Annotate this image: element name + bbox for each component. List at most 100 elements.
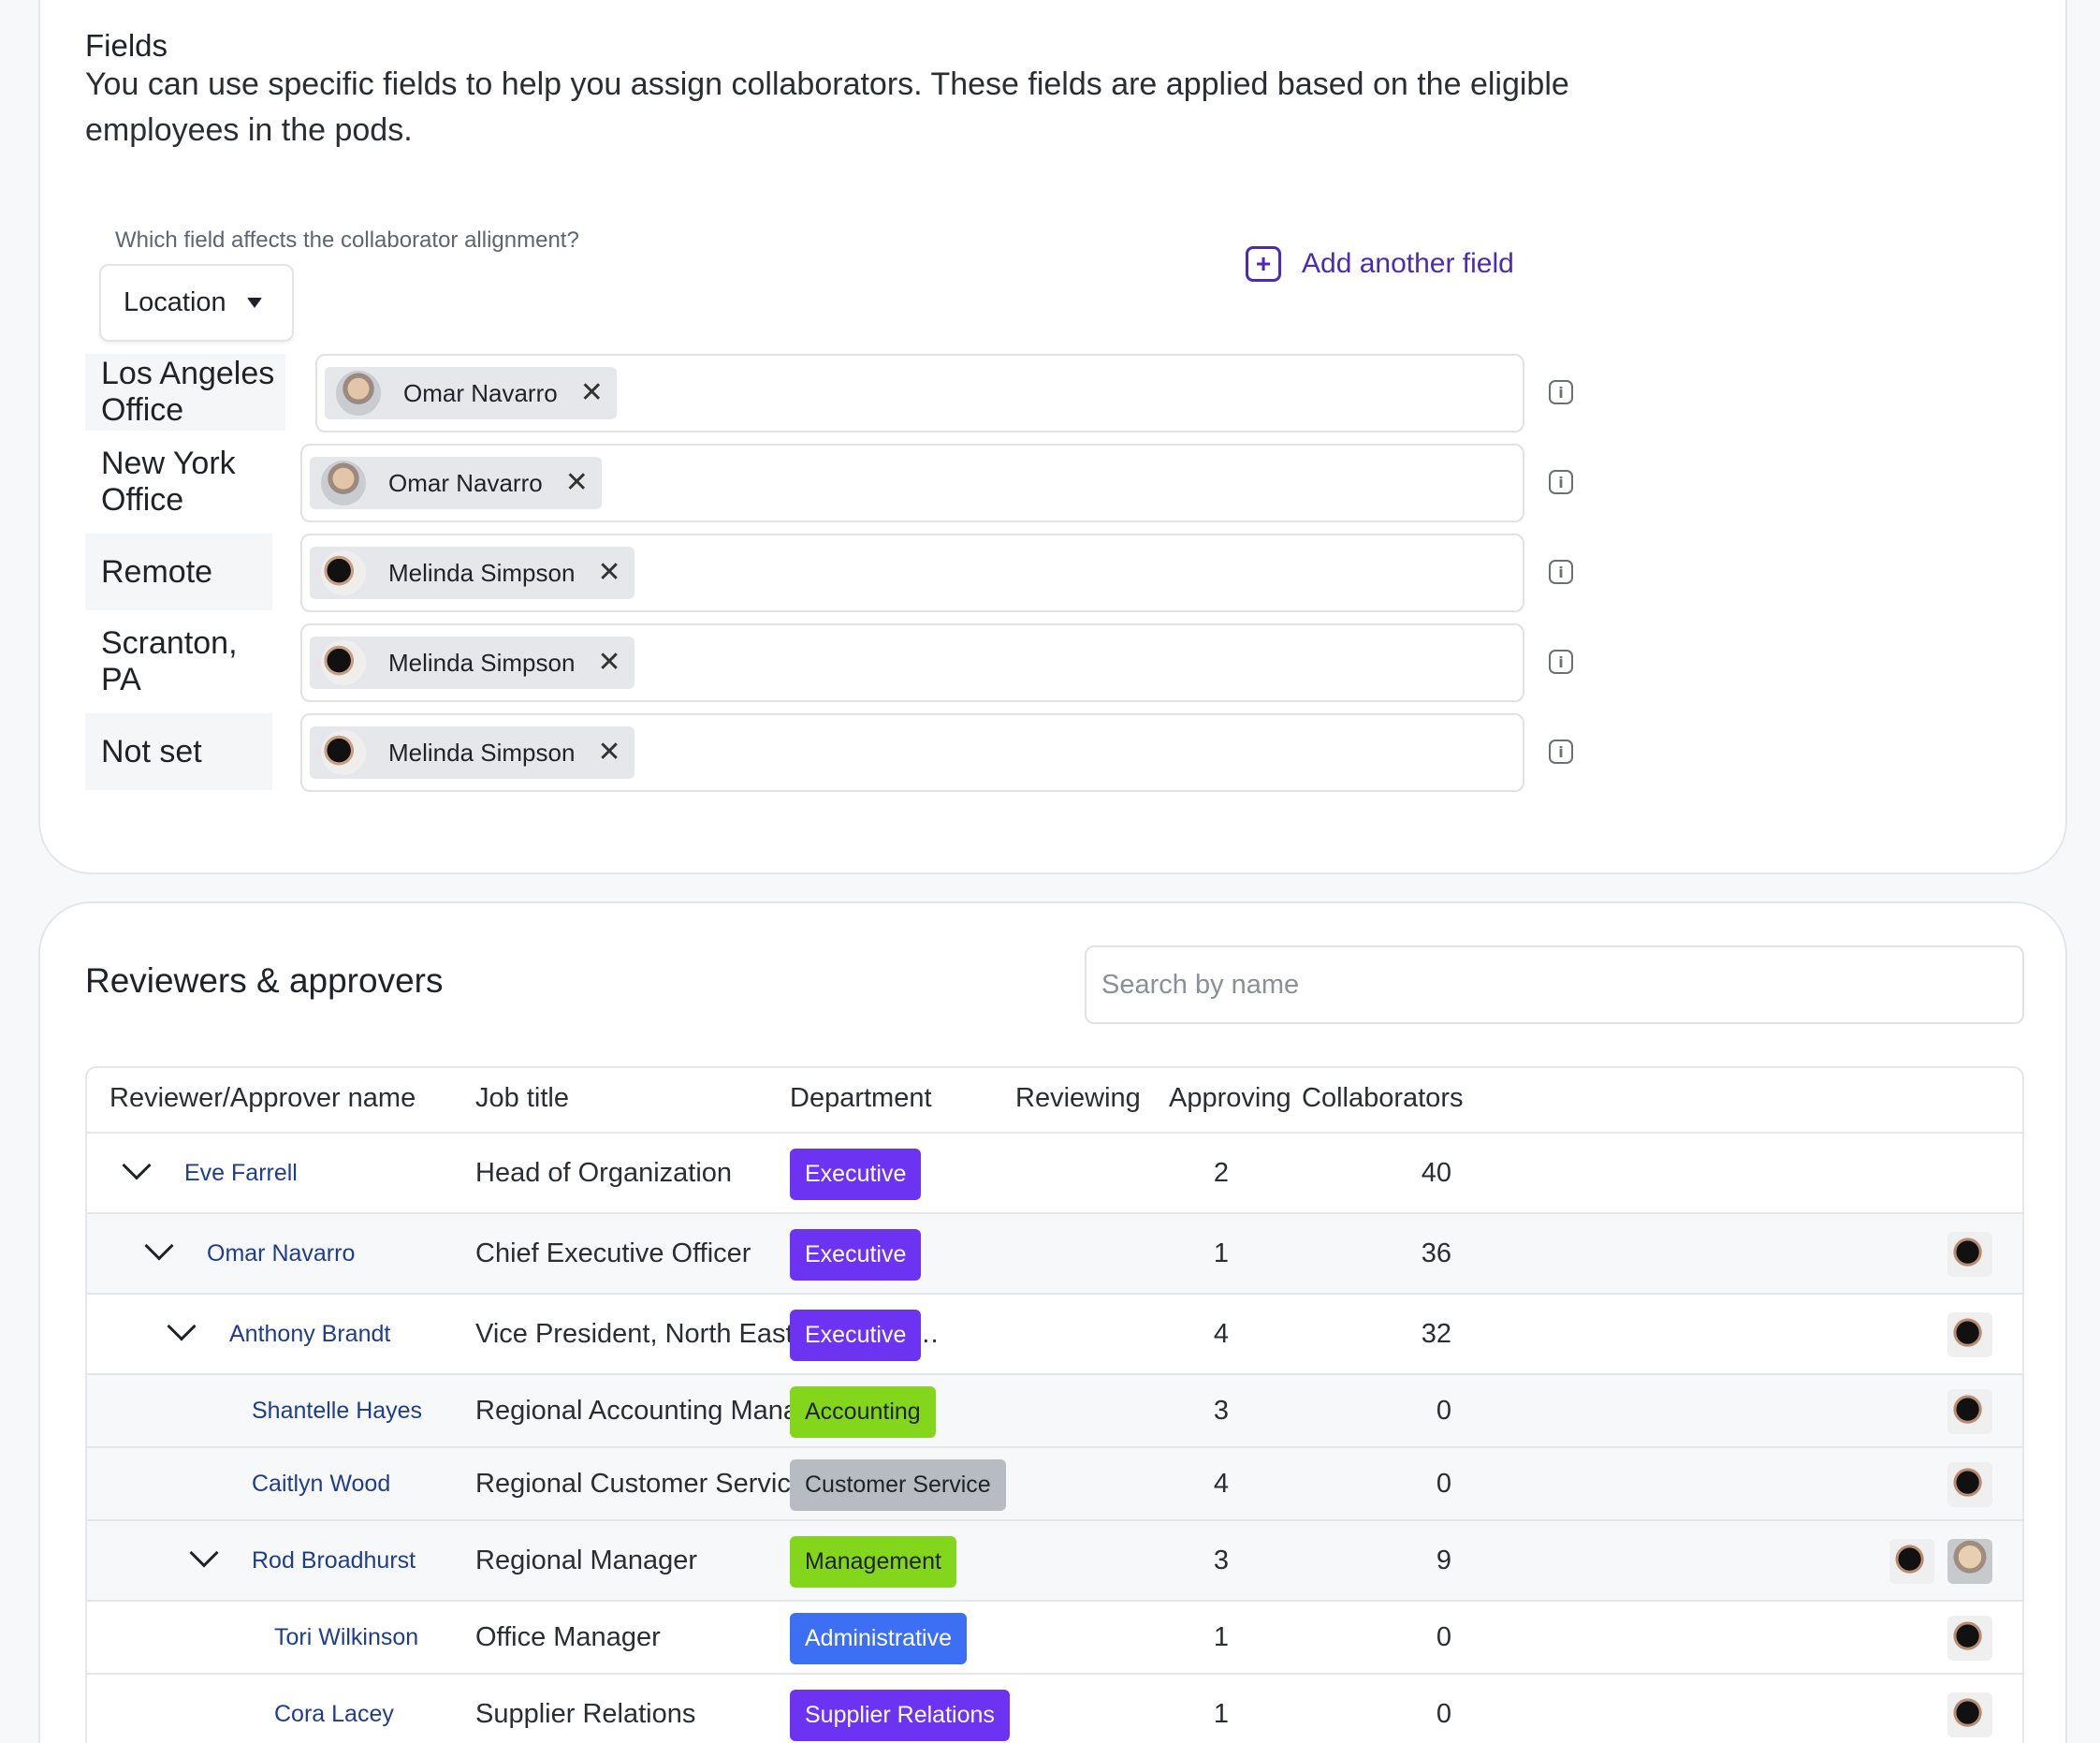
add-another-field-label: Add another field: [1302, 248, 1514, 279]
collaborator-chip: Omar Navarro ✕: [325, 367, 617, 419]
chevron-down-icon[interactable]: [189, 1538, 219, 1568]
column-header-name[interactable]: Reviewer/Approver name: [109, 1083, 416, 1114]
location-row: Remote Melinda Simpson ✕ i: [85, 534, 1620, 614]
department-badge: Administrative: [790, 1613, 967, 1664]
info-icon[interactable]: i: [1549, 740, 1573, 764]
department-badge: Executive: [790, 1149, 922, 1200]
reviewer-name-link[interactable]: Cora Lacey: [274, 1701, 394, 1728]
info-icon[interactable]: i: [1549, 650, 1573, 674]
reviewer-name-link[interactable]: Anthony Brandt: [229, 1321, 390, 1348]
department-badge: Executive: [790, 1229, 922, 1281]
collaborators-list: [1947, 1312, 1992, 1357]
collaborators-list: [1947, 1616, 1992, 1661]
table-row[interactable]: Shantelle Hayes Regional Accounting Manag…: [87, 1375, 2022, 1448]
close-icon[interactable]: ✕: [597, 559, 620, 587]
job-title: Supplier Relations: [475, 1699, 696, 1729]
table-row[interactable]: Omar Navarro Chief Executive Officer Execu…: [87, 1214, 2022, 1295]
collaborator-name: Melinda Simpson: [388, 558, 576, 587]
department-badge: Management: [790, 1536, 956, 1588]
close-icon[interactable]: ✕: [597, 649, 620, 677]
location-row: Scranton, PA Melinda Simpson ✕ i: [85, 623, 1620, 704]
info-icon[interactable]: i: [1549, 380, 1573, 404]
approving-count: 0: [1436, 1622, 1451, 1652]
collaborator-field[interactable]: Melinda Simpson ✕: [300, 623, 1524, 702]
table-row[interactable]: Cora Lacey Supplier Relations Supplier Rel…: [87, 1675, 2022, 1743]
avatar: [1947, 1539, 1992, 1584]
reviewing-count: 3: [1213, 1396, 1229, 1426]
chevron-down-icon[interactable]: [167, 1311, 197, 1341]
fields-description: You can use specific fields to help you …: [85, 66, 1569, 148]
close-icon[interactable]: ✕: [565, 469, 589, 497]
close-icon[interactable]: ✕: [597, 739, 620, 767]
collaborator-name: Melinda Simpson: [388, 738, 576, 767]
table-row[interactable]: Anthony Brandt Vice President, North East…: [87, 1295, 2022, 1375]
reviewing-count: 3: [1213, 1545, 1229, 1575]
approving-count: 9: [1436, 1545, 1451, 1575]
info-icon[interactable]: i: [1549, 560, 1573, 584]
collaborator-chip: Melinda Simpson ✕: [310, 547, 634, 599]
approving-count: 0: [1436, 1469, 1451, 1499]
reviewers-title: Reviewers & approvers: [85, 961, 444, 1000]
reviewers-card: Reviewers & approvers Reviewer/Approver …: [38, 901, 2067, 1743]
collaborator-chip: Melinda Simpson ✕: [310, 726, 634, 779]
avatar: [1947, 1462, 1992, 1507]
avatar: [321, 640, 366, 685]
table-row[interactable]: Rod Broadhurst Regional Manager Management…: [87, 1521, 2022, 1602]
reviewing-count: 1: [1213, 1238, 1229, 1268]
add-another-field-button[interactable]: + Add another field: [1246, 246, 1514, 282]
avatar: [336, 371, 381, 416]
location-label: Scranton, PA: [101, 625, 238, 697]
fields-card: Fields You can use specific fields to he…: [38, 0, 2067, 874]
avatar: [321, 730, 366, 775]
reviewer-name-link[interactable]: Tori Wilkinson: [274, 1624, 418, 1651]
reviewer-name-link[interactable]: Eve Farrell: [184, 1160, 298, 1187]
table-row[interactable]: Eve Farrell Head of Organization Executive…: [87, 1134, 2022, 1214]
collaborator-name: Omar Navarro: [388, 468, 543, 497]
approving-count: 0: [1436, 1396, 1451, 1426]
info-icon[interactable]: i: [1549, 470, 1573, 494]
collaborator-field[interactable]: Omar Navarro ✕: [315, 354, 1524, 432]
field-select[interactable]: Location: [99, 264, 294, 342]
reviewing-count: 1: [1213, 1622, 1229, 1652]
fields-title: Fields: [85, 28, 168, 63]
reviewer-name-link[interactable]: Caitlyn Wood: [252, 1471, 390, 1498]
column-header-approving[interactable]: Approving: [1169, 1083, 1291, 1114]
reviewer-name-link[interactable]: Shantelle Hayes: [252, 1398, 422, 1425]
field-select-value: Location: [124, 287, 226, 317]
department-badge: Supplier Relations: [790, 1690, 1010, 1741]
avatar: [1947, 1312, 1992, 1357]
job-title: Chief Executive Officer: [475, 1238, 751, 1268]
collaborator-name: Omar Navarro: [403, 378, 558, 407]
location-row: New York Office Omar Navarro ✕ i: [85, 444, 1620, 524]
search-input[interactable]: [1085, 945, 2024, 1024]
column-header-reviewing[interactable]: Reviewing: [1015, 1083, 1141, 1114]
collaborator-field[interactable]: Melinda Simpson ✕: [300, 713, 1524, 792]
reviewer-name-link[interactable]: Omar Navarro: [207, 1240, 355, 1267]
plus-icon: +: [1246, 246, 1281, 282]
collaborator-field[interactable]: Melinda Simpson ✕: [300, 534, 1524, 612]
chevron-down-icon[interactable]: [122, 1150, 152, 1180]
chevron-down-icon[interactable]: [144, 1231, 174, 1261]
field-question-label: Which field affects the collaborator all…: [115, 227, 579, 253]
avatar: [321, 550, 366, 595]
reviewer-name-link[interactable]: Rod Broadhurst: [252, 1547, 416, 1575]
column-header-department[interactable]: Department: [790, 1083, 932, 1114]
column-header-collaborators[interactable]: Collaborators: [1302, 1083, 1463, 1114]
table-row[interactable]: Caitlyn Wood Regional Customer Service Ma…: [87, 1448, 2022, 1521]
approving-count: 36: [1421, 1238, 1451, 1268]
location-label: New York Office: [101, 446, 236, 518]
column-header-job[interactable]: Job title: [475, 1083, 569, 1114]
reviewing-count: 4: [1213, 1469, 1229, 1499]
collaborators-list: [1889, 1539, 1992, 1584]
location-label: Los Angeles Office: [85, 354, 285, 431]
collaborator-field[interactable]: Omar Navarro ✕: [300, 444, 1524, 522]
close-icon[interactable]: ✕: [580, 379, 604, 407]
collaborators-list: [1947, 1232, 1992, 1277]
job-title: Office Manager: [475, 1622, 661, 1652]
avatar: [321, 461, 366, 505]
table-row[interactable]: Tori Wilkinson Office Manager Administrati…: [87, 1602, 2022, 1675]
reviewing-count: 1: [1213, 1699, 1229, 1729]
location-row: Los Angeles Office Omar Navarro ✕ i: [85, 354, 1620, 434]
approving-count: 0: [1436, 1699, 1451, 1729]
table-header: Reviewer/Approver name Job title Departm…: [87, 1068, 2022, 1134]
